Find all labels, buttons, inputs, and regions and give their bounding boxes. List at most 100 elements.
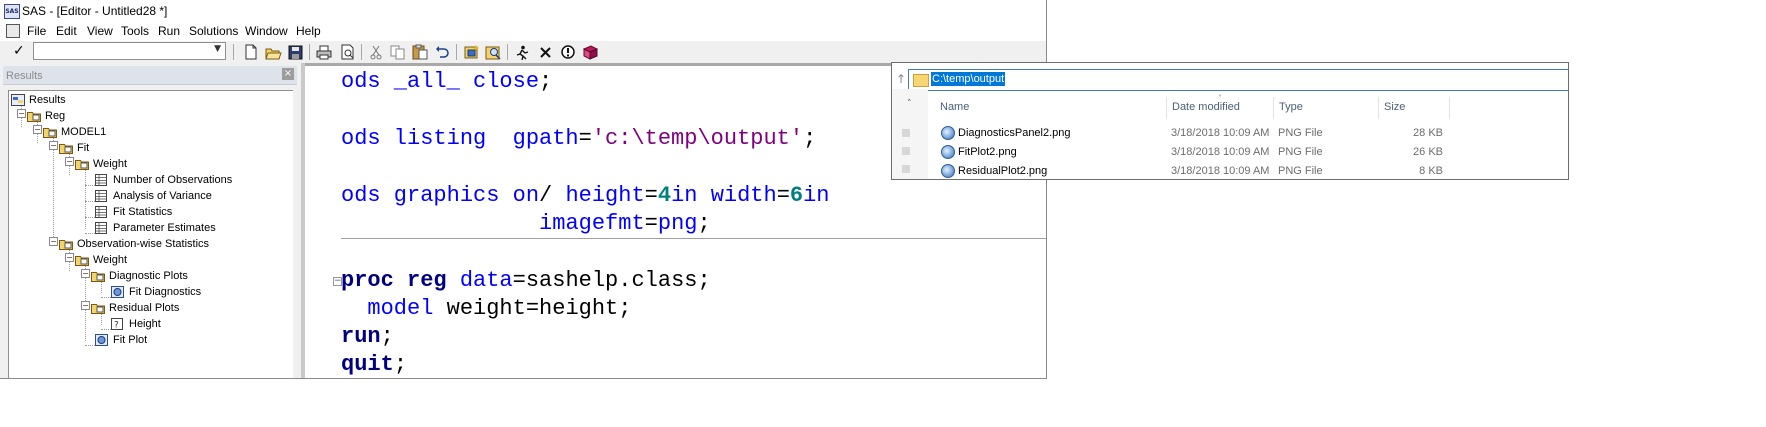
chevron-down-icon[interactable]: ▼: [214, 44, 221, 54]
new-icon[interactable]: [242, 43, 260, 61]
tree-expander[interactable]: −: [81, 301, 90, 310]
menu-solutions[interactable]: Solutions: [189, 24, 238, 38]
tree-expander[interactable]: −: [65, 157, 74, 166]
tree-expander[interactable]: −: [33, 125, 42, 134]
column-divider[interactable]: [1378, 97, 1379, 119]
code-line: model weight=height;: [367, 296, 632, 321]
open-icon[interactable]: [264, 43, 282, 61]
address-bar[interactable]: C:\temp\output: [908, 69, 1568, 91]
code-line: ods _all_ close;: [341, 69, 553, 94]
tree-expander[interactable]: −: [49, 237, 58, 246]
column-header-date-modified[interactable]: Date modified: [1172, 101, 1240, 113]
menu-window[interactable]: Window: [245, 24, 288, 38]
menu-help[interactable]: Help: [296, 24, 321, 38]
submit-icon[interactable]: [513, 43, 531, 61]
code-line: ods graphics on/ height=4in width=6in: [341, 183, 830, 208]
folder-icon: [91, 302, 105, 314]
command-box[interactable]: ▼: [33, 42, 226, 60]
nav-item[interactable]: [902, 165, 910, 173]
tree-expander[interactable]: −: [81, 269, 90, 278]
tree-connector: [101, 329, 111, 330]
column-header-name[interactable]: Name: [940, 101, 969, 113]
tree-expander[interactable]: −: [49, 141, 58, 150]
toolbar-separator: [309, 44, 310, 60]
tree-connector: [85, 201, 95, 202]
graph-icon: [95, 334, 109, 346]
table-icon: [95, 174, 109, 186]
code-line: run;: [341, 324, 394, 349]
menu-file[interactable]: File: [27, 24, 46, 38]
print-icon[interactable]: [315, 43, 333, 61]
toolbar-separator: [456, 44, 457, 60]
undo-icon[interactable]: [433, 43, 451, 61]
address-text[interactable]: C:\temp\output: [931, 72, 1006, 86]
tree-connector: [101, 313, 102, 325]
code-line: proc reg data=sashelp.class;: [341, 268, 711, 293]
png-file-icon: [941, 164, 955, 178]
folder-icon: [59, 238, 73, 250]
menu-tools[interactable]: Tools: [121, 24, 149, 38]
results-panel: Results × − − − − − − − − Results Reg MO…: [0, 63, 301, 378]
cut-icon[interactable]: [367, 43, 385, 61]
toolbar-separator: [507, 44, 508, 60]
column-divider[interactable]: [1449, 97, 1450, 119]
folder-icon: [27, 110, 41, 122]
clear-icon[interactable]: [536, 43, 554, 61]
folder-icon: [43, 126, 57, 138]
column-header-type[interactable]: Type: [1279, 101, 1303, 113]
command-input[interactable]: [34, 43, 208, 57]
chevron-up-icon[interactable]: ˄: [907, 99, 912, 109]
png-file-icon: [941, 126, 955, 140]
nav-item[interactable]: [902, 129, 910, 137]
toolbar-separator: [233, 44, 234, 60]
window-title: SAS - [Editor - Untitled28 *]: [22, 4, 168, 18]
tree-connector: [101, 281, 102, 293]
results-tree-icon: [11, 94, 25, 106]
up-arrow-icon[interactable]: ↑: [896, 72, 906, 86]
save-icon[interactable]: [286, 43, 304, 61]
column-divider[interactable]: [1273, 97, 1274, 119]
tree-connector: [101, 297, 111, 298]
column-header-size[interactable]: Size: [1384, 101, 1405, 113]
menu-bar: File Edit View Tools Run Solutions Windo…: [0, 22, 1046, 41]
close-icon[interactable]: ×: [282, 68, 294, 80]
break-icon[interactable]: [559, 43, 577, 61]
step-boundary-line: [341, 238, 1046, 239]
document-system-icon[interactable]: [6, 24, 20, 38]
tree-connector: [85, 217, 95, 218]
find-icon[interactable]: [484, 43, 502, 61]
graph-icon: [111, 286, 125, 298]
nav-item[interactable]: [902, 147, 910, 155]
checkmark-icon[interactable]: ✓: [13, 43, 25, 59]
tree-connector: [85, 345, 95, 346]
column-divider[interactable]: [1166, 97, 1167, 119]
menu-run[interactable]: Run: [158, 24, 180, 38]
sas-app-icon[interactable]: SAS: [4, 4, 20, 19]
table-icon: [95, 222, 109, 234]
code-line: quit;: [341, 352, 408, 377]
print-preview-icon[interactable]: [338, 43, 356, 61]
tree-expander[interactable]: −: [65, 253, 74, 262]
paste-icon[interactable]: [411, 43, 429, 61]
code-line: ods listing gpath='c:\temp\output';: [341, 126, 817, 151]
tree-expander[interactable]: −: [17, 109, 26, 118]
file-row[interactable]: ResidualPlot2.png 3/18/2018 10:09 AM PNG…: [936, 162, 1566, 179]
menu-edit[interactable]: Edit: [56, 24, 77, 38]
png-file-icon: [941, 145, 955, 159]
folder-icon: [75, 158, 89, 170]
file-row[interactable]: FitPlot2.png 3/18/2018 10:09 AM PNG File…: [936, 143, 1566, 161]
folder-icon: [913, 74, 929, 87]
folder-icon: [91, 270, 105, 282]
folder-icon: [59, 142, 73, 154]
results-header: Results ×: [3, 66, 297, 85]
file-row[interactable]: DiagnosticsPanel2.png 3/18/2018 10:09 AM…: [936, 124, 1566, 142]
new-library-icon[interactable]: [462, 43, 480, 61]
results-panel-title: Results: [6, 70, 43, 82]
table-icon: [95, 206, 109, 218]
copy-icon[interactable]: [389, 43, 407, 61]
tree-connector: [85, 169, 86, 229]
tree-connector: [85, 233, 95, 234]
help-icon[interactable]: [581, 43, 599, 61]
tree-connector: [85, 185, 95, 186]
menu-view[interactable]: View: [87, 24, 113, 38]
